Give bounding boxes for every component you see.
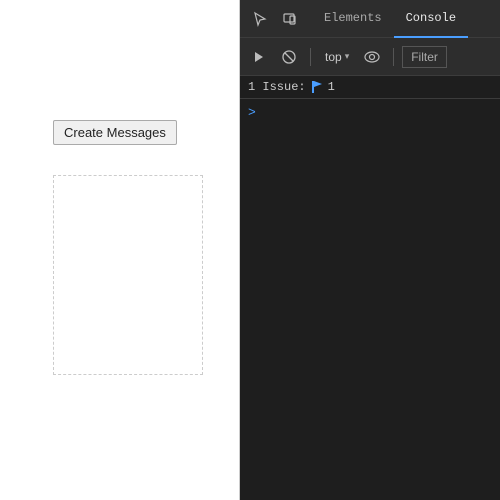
tab-elements[interactable]: Elements [312,0,394,38]
toolbar-separator-1 [310,48,311,66]
eye-icon[interactable] [359,44,385,70]
console-prompt-line: > [248,103,492,122]
issues-bar[interactable]: 1 Issue: 1 [240,76,500,99]
prompt-arrow-icon: > [248,105,256,120]
device-icon[interactable] [276,5,304,33]
console-toolbar: top ▾ Filter [240,38,500,76]
filter-area: Filter [402,46,494,68]
issues-label: 1 Issue: [248,80,306,94]
dashed-box-area [53,175,203,375]
tab-console[interactable]: Console [394,0,468,38]
create-messages-button[interactable]: Create Messages [53,120,177,145]
issues-flag-icon [310,80,324,94]
browser-page: Create Messages [0,0,240,500]
issues-count: 1 [328,80,335,94]
filter-button[interactable]: Filter [402,46,447,68]
devtools-header: Elements Console [240,0,500,38]
cursor-icon[interactable] [246,5,274,33]
context-dropdown[interactable]: top ▾ [319,48,355,66]
chevron-down-icon: ▾ [345,51,350,62]
devtools-tabs: Elements Console [312,0,468,38]
toolbar-separator-2 [393,48,394,66]
stop-icon[interactable] [276,44,302,70]
devtools-panel: Elements Console top ▾ [240,0,500,500]
play-icon[interactable] [246,44,272,70]
console-content: > [240,99,500,500]
context-label: top [325,50,342,64]
